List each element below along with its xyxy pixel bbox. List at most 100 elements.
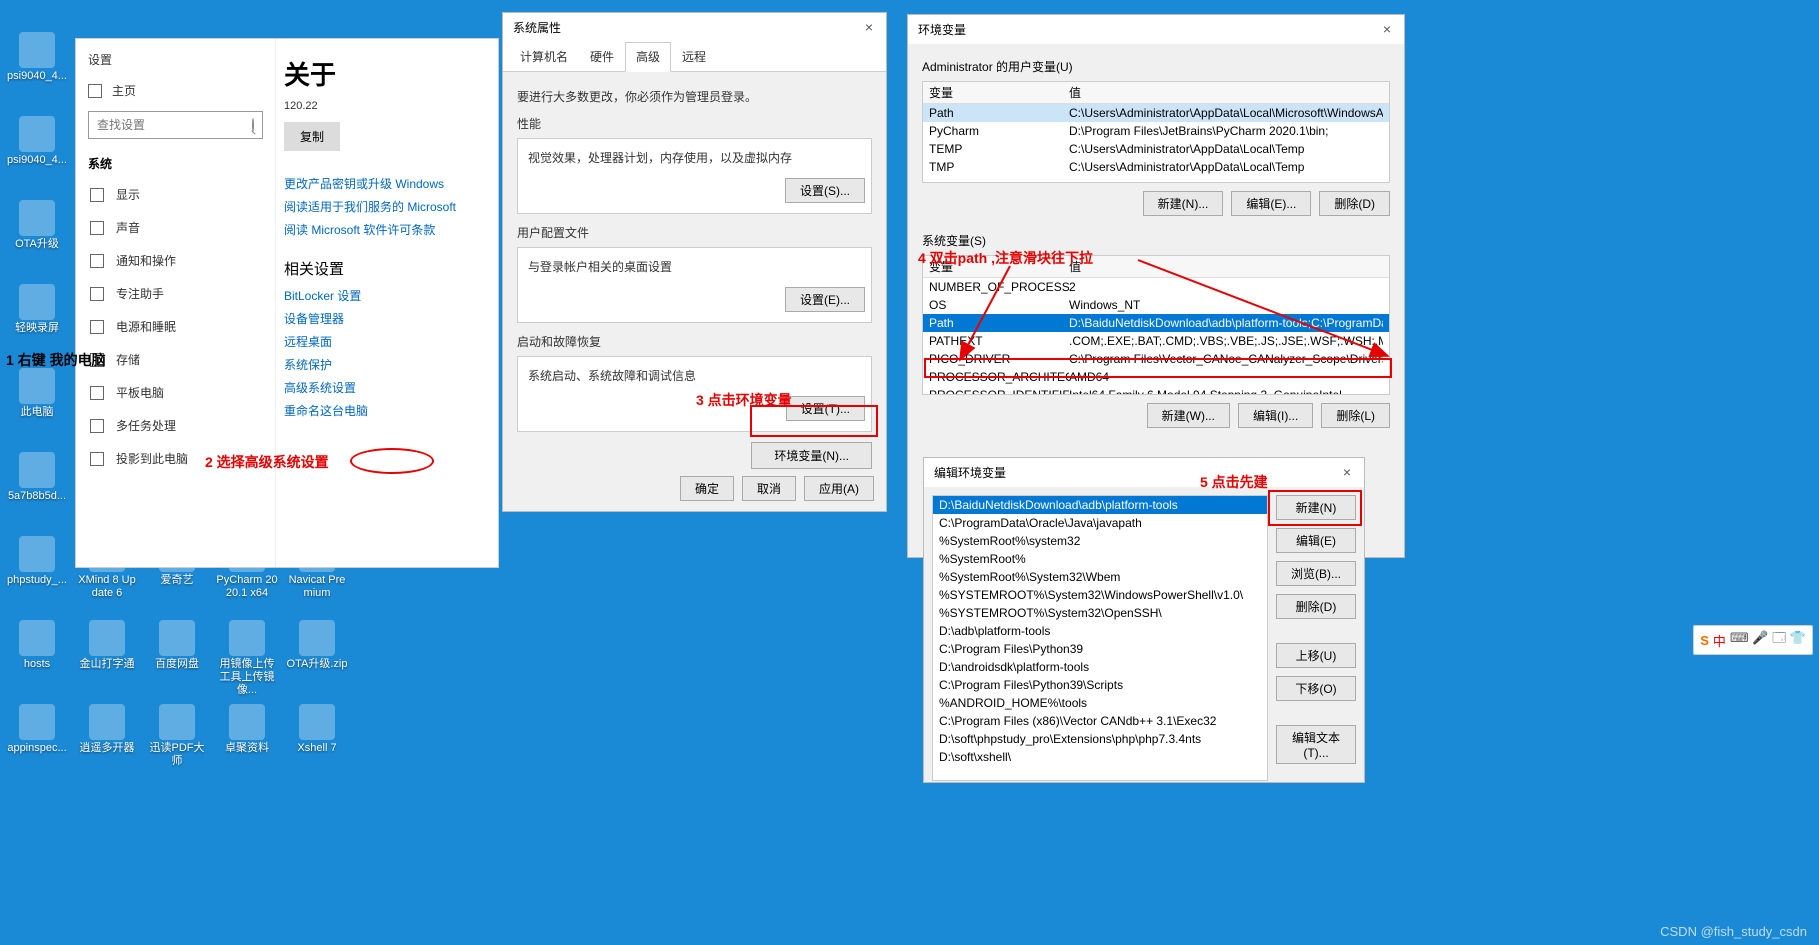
desktop-icon[interactable]: 5a7b8b5d...: [6, 452, 68, 503]
sys-new-button[interactable]: 新建(W)...: [1147, 403, 1230, 428]
desktop-icon[interactable]: OTA升级: [6, 200, 68, 251]
path-item[interactable]: D:\BaiduNetdiskDownload\adb\platform-too…: [933, 496, 1267, 514]
close-icon[interactable]: ×: [1380, 23, 1394, 37]
var-value: C:\Users\Administrator\AppData\Local\Tem…: [1069, 142, 1383, 156]
path-item[interactable]: D:\soft\phpstudy_pro\Extensions\php\php7…: [933, 730, 1267, 748]
search-input[interactable]: [97, 118, 252, 132]
ime-toolbar[interactable]: S 中 ⌨ 🎤 🗔 👕: [1693, 625, 1813, 655]
sidebar-item[interactable]: 多任务处理: [76, 409, 275, 442]
sys-vars-table[interactable]: 变量值 NUMBER_OF_PROCESSORS2OSWindows_NTPat…: [922, 255, 1390, 395]
desktop-icon[interactable]: 轻映录屏: [6, 284, 68, 335]
desktop-icon[interactable]: OTA升级.zip: [286, 620, 348, 671]
about-link[interactable]: 阅读 Microsoft 软件许可条款: [284, 221, 498, 238]
related-link[interactable]: 设备管理器: [284, 310, 498, 327]
home-item[interactable]: 主页: [76, 76, 275, 105]
user-vars-table[interactable]: 变量值 PathC:\Users\Administrator\AppData\L…: [922, 81, 1390, 183]
path-item[interactable]: D:\adb\platform-tools: [933, 622, 1267, 640]
table-row[interactable]: PATHEXT.COM;.EXE;.BAT;.CMD;.VBS;.VBE;.JS…: [923, 332, 1389, 350]
table-row[interactable]: PROCESSOR_IDENTIFIERIntel64 Family 6 Mod…: [923, 386, 1389, 395]
path-item[interactable]: %SystemRoot%\System32\Wbem: [933, 568, 1267, 586]
close-icon[interactable]: ×: [1340, 466, 1354, 480]
tab[interactable]: 计算机名: [509, 42, 579, 71]
path-item[interactable]: %SystemRoot%\system32: [933, 532, 1267, 550]
path-item[interactable]: %ANDROID_HOME%\tools: [933, 694, 1267, 712]
sys-edit-button[interactable]: 编辑(I)...: [1238, 403, 1313, 428]
related-link[interactable]: BitLocker 设置: [284, 287, 498, 304]
table-row[interactable]: PathD:\BaiduNetdiskDownload\adb\platform…: [923, 314, 1389, 332]
table-row[interactable]: NUMBER_OF_PROCESSORS2: [923, 278, 1389, 296]
path-item[interactable]: C:\Program Files\Python39: [933, 640, 1267, 658]
icon-label: 用镜像上传工具上传镜像...: [216, 658, 278, 698]
table-row[interactable]: PyCharmD:\Program Files\JetBrains\PyChar…: [923, 122, 1389, 140]
desktop-icon[interactable]: Xshell 7: [286, 704, 348, 755]
sys-delete-button[interactable]: 删除(L): [1321, 403, 1390, 428]
path-item[interactable]: %SYSTEMROOT%\System32\OpenSSH\: [933, 604, 1267, 622]
file-icon: [19, 620, 55, 656]
desktop-icon[interactable]: 金山打字通: [76, 620, 138, 671]
path-list[interactable]: D:\BaiduNetdiskDownload\adb\platform-too…: [932, 495, 1268, 781]
sidebar-item[interactable]: 声音: [76, 211, 275, 244]
related-link[interactable]: 高级系统设置: [284, 379, 498, 396]
sidebar-item[interactable]: 投影到此电脑: [76, 442, 275, 475]
path-browse-button[interactable]: 浏览(B)...: [1276, 561, 1356, 586]
tab[interactable]: 远程: [671, 42, 717, 71]
desktop-icon[interactable]: phpstudy_...: [6, 536, 68, 587]
path-item[interactable]: D:\soft\xshell\: [933, 748, 1267, 766]
apply-button[interactable]: 应用(A): [804, 476, 874, 501]
cancel-button[interactable]: 取消: [742, 476, 796, 501]
sidebar-item[interactable]: 存储: [76, 343, 275, 376]
related-link[interactable]: 远程桌面: [284, 333, 498, 350]
user-edit-button[interactable]: 编辑(E)...: [1231, 191, 1311, 216]
path-item[interactable]: D:\androidsdk\platform-tools: [933, 658, 1267, 676]
table-row[interactable]: TEMPC:\Users\Administrator\AppData\Local…: [923, 140, 1389, 158]
settings-search[interactable]: [88, 111, 263, 139]
path-movedown-button[interactable]: 下移(O): [1276, 676, 1356, 701]
desktop-icon[interactable]: 迅读PDF大师: [146, 704, 208, 768]
path-item[interactable]: C:\Program Files (x86)\Vector CANdb++ 3.…: [933, 712, 1267, 730]
sidebar-item[interactable]: 通知和操作: [76, 244, 275, 277]
about-link[interactable]: 阅读适用于我们服务的 Microsoft: [284, 198, 498, 215]
desktop-icon[interactable]: 用镜像上传工具上传镜像...: [216, 620, 278, 698]
sidebar-item[interactable]: 显示: [76, 178, 275, 211]
user-delete-button[interactable]: 删除(D): [1319, 191, 1390, 216]
table-row[interactable]: PathC:\Users\Administrator\AppData\Local…: [923, 104, 1389, 122]
table-row[interactable]: OSWindows_NT: [923, 296, 1389, 314]
desktop-icon[interactable]: 此电脑: [6, 368, 68, 419]
tab[interactable]: 硬件: [579, 42, 625, 71]
userprofile-desc: 与登录帐户相关的桌面设置: [526, 254, 865, 283]
tab[interactable]: 高级: [625, 42, 671, 72]
user-new-button[interactable]: 新建(N)...: [1143, 191, 1224, 216]
ok-button[interactable]: 确定: [680, 476, 734, 501]
path-new-button[interactable]: 新建(N): [1276, 495, 1356, 520]
sidebar-item[interactable]: 平板电脑: [76, 376, 275, 409]
copy-button[interactable]: 复制: [284, 122, 340, 151]
environment-variables-button[interactable]: 环境变量(N)...: [751, 442, 872, 469]
path-item[interactable]: C:\ProgramData\Oracle\Java\javapath: [933, 514, 1267, 532]
desktop-icon[interactable]: appinspec...: [6, 704, 68, 755]
table-row[interactable]: PICO_DRIVERC:\Program Files\Vector_CANoe…: [923, 350, 1389, 368]
table-row[interactable]: TMPC:\Users\Administrator\AppData\Local\…: [923, 158, 1389, 176]
path-moveup-button[interactable]: 上移(U): [1276, 643, 1356, 668]
path-edit-button[interactable]: 编辑(E): [1276, 528, 1356, 553]
table-row[interactable]: PROCESSOR_ARCHITECT...AMD64: [923, 368, 1389, 386]
path-item[interactable]: %SystemRoot%: [933, 550, 1267, 568]
perf-settings-button[interactable]: 设置(S)...: [785, 178, 865, 203]
desktop-icon[interactable]: 逍遥多开器: [76, 704, 138, 755]
startup-settings-button[interactable]: 设置(T)...: [786, 396, 865, 421]
path-item[interactable]: C:\Program Files\Python39\Scripts: [933, 676, 1267, 694]
related-link[interactable]: 系统保护: [284, 356, 498, 373]
path-edittext-button[interactable]: 编辑文本(T)...: [1276, 725, 1356, 764]
desktop-icon[interactable]: 卓聚资料: [216, 704, 278, 755]
sidebar-item[interactable]: 专注助手: [76, 277, 275, 310]
close-icon[interactable]: ×: [862, 21, 876, 35]
sidebar-item[interactable]: 电源和睡眠: [76, 310, 275, 343]
desktop-icon[interactable]: psi9040_4...: [6, 116, 68, 167]
path-item[interactable]: %SYSTEMROOT%\System32\WindowsPowerShell\…: [933, 586, 1267, 604]
desktop-icon[interactable]: hosts: [6, 620, 68, 671]
userprofile-settings-button[interactable]: 设置(E)...: [785, 287, 865, 312]
path-delete-button[interactable]: 删除(D): [1276, 594, 1356, 619]
desktop-icon[interactable]: psi9040_4...: [6, 32, 68, 83]
desktop-icon[interactable]: 百度网盘: [146, 620, 208, 671]
about-link[interactable]: 更改产品密钥或升级 Windows: [284, 175, 498, 192]
related-link[interactable]: 重命名这台电脑: [284, 402, 498, 419]
